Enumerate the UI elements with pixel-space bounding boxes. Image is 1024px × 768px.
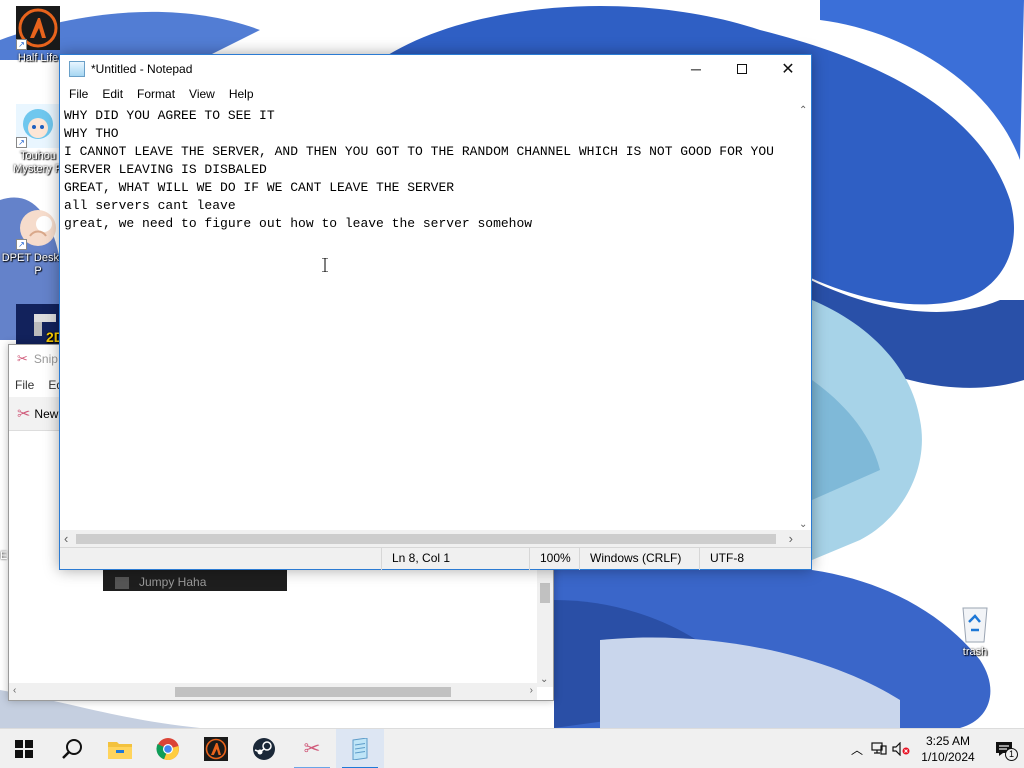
desktop-icon-trash[interactable]: trash [937,600,1013,659]
desktop-icon-label: trash [962,646,988,658]
scroll-left-arrow-icon[interactable]: ‹ [64,531,68,546]
dpet-icon: ↗ [16,206,60,250]
scroll-right-arrow-icon[interactable]: › [789,531,793,546]
new-snip-button[interactable]: ✂ New [13,402,62,426]
2d-game-icon: 2D [16,304,64,344]
chrome-icon [156,737,179,760]
network-icon [871,742,887,755]
scrollbar-thumb[interactable] [76,534,776,544]
status-cursor-position: Ln 8, Col 1 [381,548,529,570]
menu-view[interactable]: View [182,87,222,101]
status-encoding: UTF-8 [699,548,811,570]
notepad-title: *Untitled - Notepad [91,62,193,76]
search-button[interactable] [48,729,96,768]
menu-help[interactable]: Help [222,87,261,101]
text-line: great, we need to figure out how to leav… [64,216,533,231]
file-explorer-icon [108,741,132,759]
taskbar-notepad[interactable] [336,728,384,768]
touhou-icon: ↗ [16,104,60,148]
desktop-icon-partial-label: E [0,550,8,562]
system-tray: ︿ 3:25 AM 1/10/2024 1 [846,729,1024,768]
menu-format[interactable]: Format [130,87,182,101]
chevron-up-icon: ︿ [850,742,863,757]
action-center-button[interactable]: 1 [984,729,1024,768]
half-life-icon [204,736,228,761]
notepad-vertical-scrollbar[interactable]: ⌃ ⌄ [795,105,811,530]
scroll-down-arrow-icon[interactable]: ⌄ [799,519,807,530]
scroll-up-arrow-icon[interactable]: ⌃ [799,105,807,116]
taskbar-clock[interactable]: 3:25 AM 1/10/2024 [912,733,984,765]
preview-icon [115,577,129,589]
text-cursor-icon [322,258,328,272]
notepad-text-area[interactable]: WHY DID YOU AGREE TO SEE IT WHY THO I CANN… [60,105,796,530]
snip-preview-text: Jumpy Haha [139,575,207,589]
text-line: all servers cant leave [64,198,236,213]
notification-count-badge: 1 [1005,748,1018,761]
taskbar-file-explorer[interactable] [96,729,144,768]
taskbar-half-life[interactable] [192,729,240,768]
menu-file[interactable]: File [62,87,95,101]
taskbar-steam[interactable] [240,729,288,768]
close-icon: ✕ [781,61,795,78]
show-hidden-icons-button[interactable]: ︿ [846,729,868,768]
steam-icon [253,737,275,760]
taskbar: ✂ ︿ 3:25 AM 1/10/2024 1 [0,728,1024,768]
scrollbar-thumb[interactable] [540,583,550,603]
minimize-button[interactable]: ─ [673,55,719,83]
menu-edit[interactable]: Edit [95,87,130,101]
taskbar-snipping-tool[interactable]: ✂ [288,729,336,768]
taskbar-chrome[interactable] [144,729,192,768]
notepad-horizontal-scrollbar[interactable]: ‹ › [60,530,797,547]
network-button[interactable] [868,729,890,768]
close-button[interactable]: ✕ [765,55,811,83]
snipping-tool-icon: ✂ [303,738,321,760]
menu-file[interactable]: File [15,378,34,392]
snipping-tool-horizontal-scrollbar[interactable]: ‹ › [9,683,537,700]
scrollbar-thumb[interactable] [175,687,451,697]
scissors-icon: ✂ [17,405,31,423]
text-line: GREAT, WHAT WILL WE DO IF WE CANT LEAVE … [64,180,455,195]
volume-button[interactable] [890,729,912,768]
volume-muted-icon [892,742,910,756]
text-line: WHY THO [64,126,119,141]
snip-preview: Jumpy Haha [103,569,287,591]
scroll-right-arrow-icon[interactable]: › [530,685,533,696]
notepad-status-bar: Ln 8, Col 1 100% Windows (CRLF) UTF-8 [60,547,811,570]
maximize-icon [737,64,747,74]
scroll-left-arrow-icon[interactable]: ‹ [13,685,16,696]
search-icon [62,738,82,759]
text-line: WHY DID YOU AGREE TO SEE IT [64,108,275,123]
notepad-icon [352,737,368,760]
text-line: SERVER LEAVING IS DISBALED [64,162,267,177]
clock-time: 3:25 AM [925,734,971,748]
notepad-menubar: File Edit Format View Help [60,83,811,105]
status-spacer [60,548,381,570]
half-life-icon: ↗ [16,6,60,50]
recycle-bin-icon [953,600,997,644]
scrollbar-corner [795,530,811,547]
scroll-down-arrow-icon[interactable]: ⌄ [540,674,548,685]
windows-start-icon [15,739,33,758]
text-line: I CANNOT LEAVE THE SERVER, AND THEN YOU … [64,144,774,159]
start-button[interactable] [0,729,48,768]
snipping-tool-title: Snip [33,352,58,366]
status-zoom: 100% [529,548,579,570]
scissors-icon: ✂ [17,351,28,366]
minimize-icon: ─ [691,61,701,77]
notepad-titlebar[interactable]: *Untitled - Notepad ─ ✕ [60,55,811,83]
clock-date: 1/10/2024 [921,750,975,764]
notepad-icon [69,61,85,77]
status-line-ending: Windows (CRLF) [579,548,699,570]
new-snip-label: New [34,406,59,421]
notepad-window[interactable]: *Untitled - Notepad ─ ✕ File Edit Format… [59,54,812,570]
snipping-tool-vertical-scrollbar[interactable]: ⌄ [537,569,553,687]
2d-label: 2D [46,329,60,344]
maximize-button[interactable] [719,55,765,83]
